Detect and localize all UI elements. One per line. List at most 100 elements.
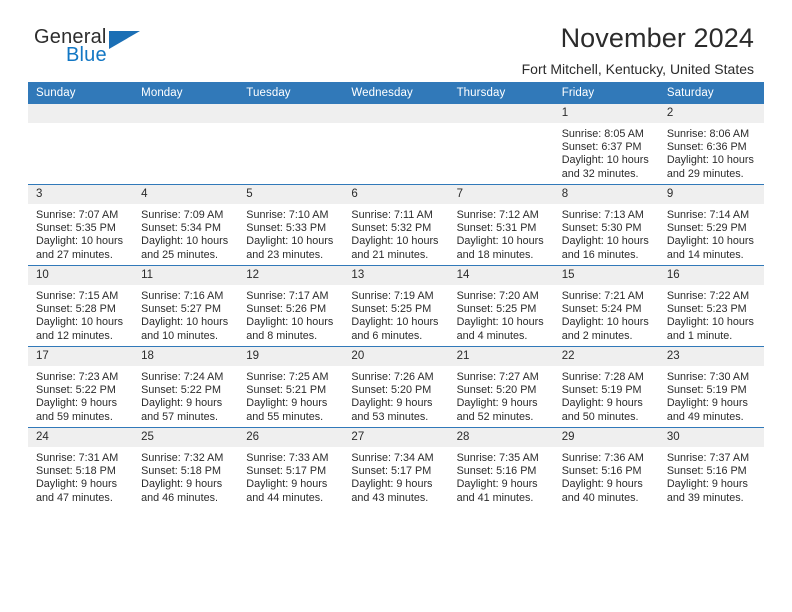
- day-cell-7[interactable]: 7 Sunrise: 7:12 AM Sunset: 5:31 PM Daylight…: [448, 184, 554, 266]
- sunrise-text: Sunrise: 7:12 AM: [456, 209, 539, 221]
- weekday-header-sunday: Sunday: [28, 82, 134, 104]
- day-details: Sunrise: 7:26 AM Sunset: 5:20 PM Daylight:…: [343, 366, 448, 424]
- sunset-text: Sunset: 5:20 PM: [456, 384, 537, 397]
- sunrise-text: Sunrise: 7:09 AM: [141, 209, 224, 221]
- day-number: 29: [553, 428, 659, 447]
- sunrise-text: Sunrise: 7:27 AM: [456, 371, 539, 383]
- daylight-text: Daylight: 9 hours and 41 minutes.: [456, 478, 538, 504]
- daylight-text: Daylight: 10 hours and 29 minutes.: [666, 154, 754, 180]
- day-cell-30[interactable]: 30 Sunrise: 7:37 AM Sunset: 5:16 PM Dayligh…: [658, 427, 764, 508]
- day-number: 11: [133, 266, 239, 285]
- day-details: Sunrise: 7:09 AM Sunset: 5:34 PM Daylight:…: [133, 204, 238, 262]
- day-cell-6[interactable]: 6 Sunrise: 7:11 AM Sunset: 5:32 PM Daylight…: [343, 184, 449, 266]
- day-cell-26[interactable]: 26 Sunrise: 7:33 AM Sunset: 5:17 PM Dayligh…: [238, 427, 344, 508]
- day-cell-18[interactable]: 18 Sunrise: 7:24 AM Sunset: 5:22 PM Dayligh…: [133, 346, 239, 428]
- sunset-text: Sunset: 5:34 PM: [141, 222, 221, 235]
- day-details: Sunrise: 8:05 AM Sunset: 6:37 PM Daylight:…: [554, 123, 659, 181]
- sunrise-text: Sunrise: 7:16 AM: [141, 290, 224, 302]
- sunrise-text: Sunrise: 8:06 AM: [666, 128, 750, 140]
- day-cell-21[interactable]: 21 Sunrise: 7:27 AM Sunset: 5:20 PM Dayligh…: [448, 346, 554, 428]
- calendar-week-row: 3 Sunrise: 7:07 AM Sunset: 5:35 PM Daylight…: [28, 184, 764, 266]
- day-cell-17[interactable]: 17 Sunrise: 7:23 AM Sunset: 5:22 PM Dayligh…: [28, 346, 134, 428]
- day-cell-9[interactable]: 9 Sunrise: 7:14 AM Sunset: 5:29 PM Daylight…: [658, 184, 764, 266]
- day-number: 22: [553, 347, 659, 366]
- day-number: 14: [448, 266, 554, 285]
- day-details: Sunrise: 7:11 AM Sunset: 5:32 PM Daylight:…: [343, 204, 448, 262]
- day-details: Sunrise: 7:12 AM Sunset: 5:31 PM Daylight:…: [449, 204, 554, 262]
- sunset-text: Sunset: 5:32 PM: [351, 222, 432, 235]
- day-cell-2[interactable]: 2 Sunrise: 8:06 AM Sunset: 6:36 PM Daylight…: [658, 104, 764, 185]
- logo-triangle-icon: [109, 31, 140, 49]
- day-cell-8[interactable]: 8 Sunrise: 7:13 AM Sunset: 5:30 PM Daylight…: [553, 184, 659, 266]
- general-blue-logo[interactable]: General Blue: [34, 26, 234, 74]
- day-cell-5[interactable]: 5 Sunrise: 7:10 AM Sunset: 5:33 PM Daylight…: [238, 184, 344, 266]
- day-number: 28: [448, 428, 554, 447]
- day-details: Sunrise: 7:16 AM Sunset: 5:27 PM Daylight:…: [133, 285, 238, 343]
- day-cell-empty: [133, 104, 239, 185]
- day-number: 9: [658, 185, 764, 204]
- day-cell-27[interactable]: 27 Sunrise: 7:34 AM Sunset: 5:17 PM Dayligh…: [343, 427, 449, 508]
- sunset-text: Sunset: 5:23 PM: [666, 303, 747, 316]
- daylight-text: Daylight: 9 hours and 39 minutes.: [666, 478, 748, 504]
- daylight-text: Daylight: 10 hours and 10 minutes.: [141, 316, 229, 342]
- sunset-text: Sunset: 5:22 PM: [36, 384, 116, 397]
- daylight-text: Daylight: 9 hours and 44 minutes.: [246, 478, 328, 504]
- day-cell-4[interactable]: 4 Sunrise: 7:09 AM Sunset: 5:34 PM Daylight…: [133, 184, 239, 266]
- calendar-week-row: 10 Sunrise: 7:15 AM Sunset: 5:28 PM Dayligh…: [28, 265, 764, 347]
- day-cell-19[interactable]: 19 Sunrise: 7:25 AM Sunset: 5:21 PM Dayligh…: [238, 346, 344, 428]
- sunrise-text: Sunrise: 7:17 AM: [246, 290, 329, 302]
- day-cell-empty: [28, 104, 134, 185]
- day-number: 27: [343, 428, 449, 447]
- day-cell-20[interactable]: 20 Sunrise: 7:26 AM Sunset: 5:20 PM Dayligh…: [343, 346, 449, 428]
- day-number: 16: [658, 266, 764, 285]
- day-cell-14[interactable]: 14 Sunrise: 7:20 AM Sunset: 5:25 PM Dayligh…: [448, 265, 554, 347]
- day-details: Sunrise: 7:20 AM Sunset: 5:25 PM Daylight:…: [449, 285, 554, 343]
- day-details: Sunrise: 7:35 AM Sunset: 5:16 PM Daylight:…: [449, 447, 554, 505]
- sunrise-text: Sunrise: 7:36 AM: [561, 452, 644, 464]
- sunset-text: Sunset: 6:36 PM: [666, 141, 747, 154]
- day-cell-22[interactable]: 22 Sunrise: 7:28 AM Sunset: 5:19 PM Dayligh…: [553, 346, 659, 428]
- day-number: 30: [658, 428, 764, 447]
- calendar-body: 1 Sunrise: 8:05 AM Sunset: 6:37 PM Daylight…: [28, 104, 764, 508]
- daylight-text: Daylight: 10 hours and 2 minutes.: [561, 316, 649, 342]
- sunrise-text: Sunrise: 7:21 AM: [561, 290, 644, 302]
- day-cell-23[interactable]: 23 Sunrise: 7:30 AM Sunset: 5:19 PM Dayligh…: [658, 346, 764, 428]
- sunset-text: Sunset: 5:28 PM: [36, 303, 116, 316]
- weekday-header-saturday: Saturday: [658, 82, 764, 104]
- sunrise-sunset-calendar: Sunday Monday Tuesday Wednesday Thursday Frid…: [28, 82, 764, 508]
- day-cell-29[interactable]: 29 Sunrise: 7:36 AM Sunset: 5:16 PM Dayligh…: [553, 427, 659, 508]
- day-cell-15[interactable]: 15 Sunrise: 7:21 AM Sunset: 5:24 PM Dayligh…: [553, 265, 659, 347]
- day-number: 6: [343, 185, 449, 204]
- daylight-text: Daylight: 10 hours and 4 minutes.: [456, 316, 544, 342]
- daylight-text: Daylight: 10 hours and 14 minutes.: [666, 235, 754, 261]
- day-details: Sunrise: 7:24 AM Sunset: 5:22 PM Daylight:…: [133, 366, 238, 424]
- day-cell-1[interactable]: 1 Sunrise: 8:05 AM Sunset: 6:37 PM Daylight…: [553, 104, 659, 185]
- day-cell-10[interactable]: 10 Sunrise: 7:15 AM Sunset: 5:28 PM Dayligh…: [28, 265, 134, 347]
- page-header: General Blue November 2024 Fort Mitchell…: [28, 0, 764, 77]
- daylight-text: Daylight: 9 hours and 57 minutes.: [141, 397, 223, 423]
- weekday-header-thursday: Thursday: [448, 82, 554, 104]
- day-number: [28, 104, 134, 123]
- day-cell-25[interactable]: 25 Sunrise: 7:32 AM Sunset: 5:18 PM Dayligh…: [133, 427, 239, 508]
- weekday-header-tuesday: Tuesday: [238, 82, 344, 104]
- day-number: 4: [133, 185, 239, 204]
- day-cell-13[interactable]: 13 Sunrise: 7:19 AM Sunset: 5:25 PM Dayligh…: [343, 265, 449, 347]
- sunset-text: Sunset: 5:25 PM: [456, 303, 537, 316]
- day-cell-28[interactable]: 28 Sunrise: 7:35 AM Sunset: 5:16 PM Dayligh…: [448, 427, 554, 508]
- sunrise-text: Sunrise: 7:33 AM: [246, 452, 329, 464]
- day-cell-3[interactable]: 3 Sunrise: 7:07 AM Sunset: 5:35 PM Daylight…: [28, 184, 134, 266]
- daylight-text: Daylight: 10 hours and 6 minutes.: [351, 316, 439, 342]
- calendar-week-row: 17 Sunrise: 7:23 AM Sunset: 5:22 PM Dayligh…: [28, 346, 764, 428]
- day-cell-11[interactable]: 11 Sunrise: 7:16 AM Sunset: 5:27 PM Dayligh…: [133, 265, 239, 347]
- day-number: 5: [238, 185, 344, 204]
- day-number: 10: [28, 266, 134, 285]
- day-cell-24[interactable]: 24 Sunrise: 7:31 AM Sunset: 5:18 PM Dayligh…: [28, 427, 134, 508]
- daylight-text: Daylight: 9 hours and 43 minutes.: [351, 478, 433, 504]
- daylight-text: Daylight: 9 hours and 47 minutes.: [36, 478, 118, 504]
- daylight-text: Daylight: 10 hours and 32 minutes.: [561, 154, 649, 180]
- day-cell-12[interactable]: 12 Sunrise: 7:17 AM Sunset: 5:26 PM Dayligh…: [238, 265, 344, 347]
- sunrise-text: Sunrise: 7:30 AM: [666, 371, 750, 383]
- day-details: Sunrise: 7:30 AM Sunset: 5:19 PM Daylight:…: [659, 366, 764, 424]
- day-cell-16[interactable]: 16 Sunrise: 7:22 AM Sunset: 5:23 PM Dayligh…: [658, 265, 764, 347]
- daylight-text: Daylight: 10 hours and 12 minutes.: [36, 316, 124, 342]
